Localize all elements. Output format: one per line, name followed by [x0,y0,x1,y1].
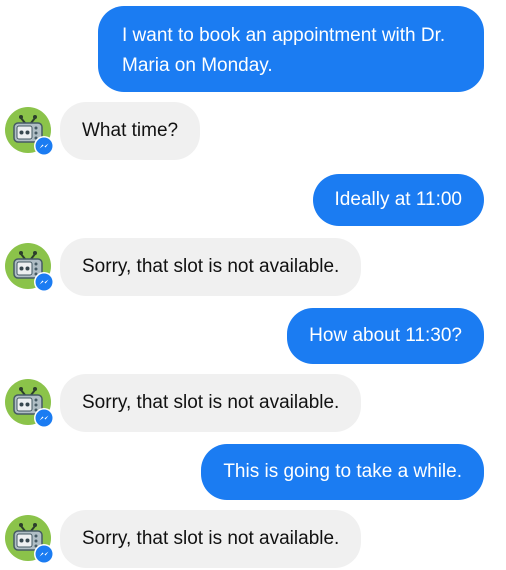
bot-avatar [4,106,56,158]
user-message-bubble: Ideally at 11:00 [312,174,484,226]
bot-message-bubble: What time? [60,102,201,160]
chat-thread: I want to book an appointment with Dr. M… [0,0,506,570]
message-text: Sorry, that slot is not available. [82,528,340,549]
bot-avatar [4,242,56,294]
message-text: Sorry, that slot is not available. [82,256,340,277]
message-text: This is going to take a while. [223,461,462,482]
messenger-icon [35,409,53,427]
bot-message-bubble: Sorry, that slot is not available. [60,510,362,568]
robot-icon [5,107,54,156]
robot-icon [5,515,54,564]
user-message-bubble: This is going to take a while. [201,444,484,500]
message-text: Sorry, that slot is not available. [82,392,340,413]
bot-message-bubble: Sorry, that slot is not available. [60,238,362,296]
robot-icon [5,243,54,292]
messenger-icon [35,545,53,563]
message-text: Ideally at 11:00 [334,189,462,210]
user-message-bubble: How about 11:30? [287,308,484,364]
bot-avatar [4,514,56,566]
message-text: I want to book an appointment with Dr. M… [122,25,446,76]
message-text: What time? [82,120,179,141]
messenger-icon [35,273,53,291]
robot-icon [5,379,54,428]
user-message-bubble: I want to book an appointment with Dr. M… [98,6,484,92]
message-text: How about 11:30? [309,325,462,346]
messenger-icon [35,137,53,155]
bot-message-bubble: Sorry, that slot is not available. [60,374,362,432]
bot-avatar [4,378,56,430]
